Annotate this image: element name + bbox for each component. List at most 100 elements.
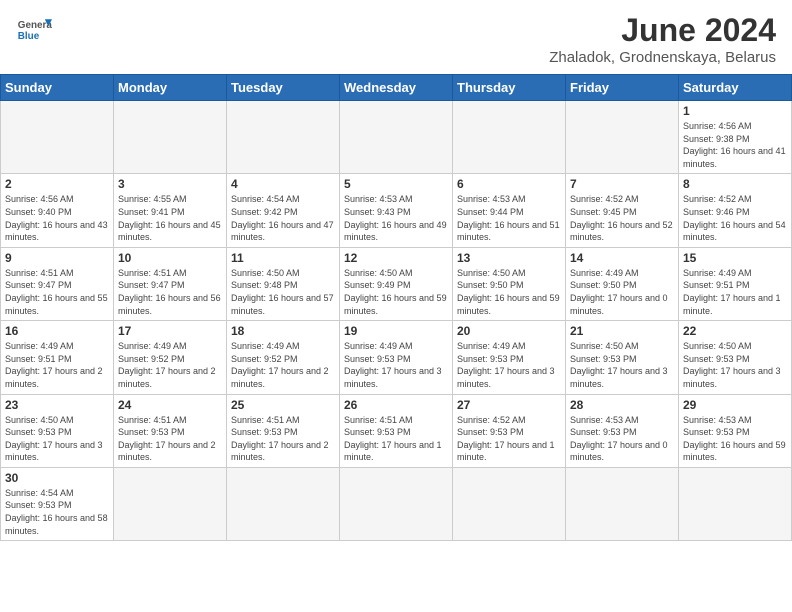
day-number: 12 bbox=[344, 251, 448, 265]
calendar-subtitle: Zhaladok, Grodnenskaya, Belarus bbox=[549, 49, 776, 66]
day-number: 1 bbox=[683, 104, 787, 118]
calendar-day-empty bbox=[679, 467, 792, 540]
day-info: Sunrise: 4:54 AMSunset: 9:42 PMDaylight:… bbox=[231, 193, 335, 243]
day-number: 6 bbox=[457, 177, 561, 191]
calendar-day-2: 2Sunrise: 4:56 AMSunset: 9:40 PMDaylight… bbox=[1, 174, 114, 247]
day-number: 4 bbox=[231, 177, 335, 191]
calendar-day-22: 22 Sunrise: 4:50 AMSunset: 9:53 PMDayligh… bbox=[679, 321, 792, 394]
calendar-day-3: 3 Sunrise: 4:55 AMSunset: 9:41 PMDaylight… bbox=[114, 174, 227, 247]
day-number: 26 bbox=[344, 398, 448, 412]
weekday-header-tuesday: Tuesday bbox=[227, 75, 340, 101]
day-info: Sunrise: 4:51 AMSunset: 9:47 PMDaylight:… bbox=[5, 267, 109, 317]
day-number: 10 bbox=[118, 251, 222, 265]
weekday-row: SundayMondayTuesdayWednesdayThursdayFrid… bbox=[1, 75, 792, 101]
calendar-day-19: 19Sunrise: 4:49 AMSunset: 9:53 PMDayligh… bbox=[340, 321, 453, 394]
calendar-day-empty bbox=[566, 467, 679, 540]
day-info: Sunrise: 4:53 AMSunset: 9:53 PMDaylight:… bbox=[683, 414, 787, 464]
day-number: 29 bbox=[683, 398, 787, 412]
day-info: Sunrise: 4:52 AMSunset: 9:53 PMDaylight:… bbox=[457, 414, 561, 464]
day-number: 19 bbox=[344, 324, 448, 338]
calendar-day-1: 1Sunrise: 4:56 AMSunset: 9:38 PMDaylight… bbox=[679, 101, 792, 174]
calendar-header: SundayMondayTuesdayWednesdayThursdayFrid… bbox=[1, 75, 792, 101]
calendar-day-17: 17 Sunrise: 4:49 AMSunset: 9:52 PMDayligh… bbox=[114, 321, 227, 394]
day-number: 16 bbox=[5, 324, 109, 338]
title-block: June 2024 Zhaladok, Grodnenskaya, Belaru… bbox=[549, 12, 776, 66]
calendar-day-20: 20 Sunrise: 4:49 AMSunset: 9:53 PMDayligh… bbox=[453, 321, 566, 394]
day-number: 21 bbox=[570, 324, 674, 338]
logo: General Blue bbox=[16, 12, 52, 48]
calendar-day-12: 12 Sunrise: 4:50 AMSunset: 9:49 PMDayligh… bbox=[340, 247, 453, 320]
calendar-title: June 2024 bbox=[549, 12, 776, 49]
day-number: 8 bbox=[683, 177, 787, 191]
day-info: Sunrise: 4:53 AMSunset: 9:53 PMDaylight:… bbox=[570, 414, 674, 464]
day-number: 5 bbox=[344, 177, 448, 191]
day-number: 3 bbox=[118, 177, 222, 191]
day-number: 22 bbox=[683, 324, 787, 338]
day-info: Sunrise: 4:51 AMSunset: 9:53 PMDaylight:… bbox=[344, 414, 448, 464]
day-number: 11 bbox=[231, 251, 335, 265]
calendar-day-empty bbox=[227, 467, 340, 540]
calendar-day-24: 24 Sunrise: 4:51 AMSunset: 9:53 PMDayligh… bbox=[114, 394, 227, 467]
calendar-week-0: 1Sunrise: 4:56 AMSunset: 9:38 PMDaylight… bbox=[1, 101, 792, 174]
calendar-day-30: 30 Sunrise: 4:54 AMSunset: 9:53 PMDayligh… bbox=[1, 467, 114, 540]
calendar-day-28: 28Sunrise: 4:53 AMSunset: 9:53 PMDayligh… bbox=[566, 394, 679, 467]
day-info: Sunrise: 4:50 AMSunset: 9:49 PMDaylight:… bbox=[344, 267, 448, 317]
weekday-header-wednesday: Wednesday bbox=[340, 75, 453, 101]
day-info: Sunrise: 4:50 AMSunset: 9:53 PMDaylight:… bbox=[683, 340, 787, 390]
weekday-header-friday: Friday bbox=[566, 75, 679, 101]
day-number: 25 bbox=[231, 398, 335, 412]
day-info: Sunrise: 4:51 AMSunset: 9:47 PMDaylight:… bbox=[118, 267, 222, 317]
day-info: Sunrise: 4:50 AMSunset: 9:53 PMDaylight:… bbox=[5, 414, 109, 464]
calendar-day-4: 4 Sunrise: 4:54 AMSunset: 9:42 PMDaylight… bbox=[227, 174, 340, 247]
day-number: 2 bbox=[5, 177, 109, 191]
day-number: 27 bbox=[457, 398, 561, 412]
day-info: Sunrise: 4:52 AMSunset: 9:46 PMDaylight:… bbox=[683, 193, 787, 243]
calendar-day-empty bbox=[1, 101, 114, 174]
day-info: Sunrise: 4:50 AMSunset: 9:50 PMDaylight:… bbox=[457, 267, 561, 317]
weekday-header-saturday: Saturday bbox=[679, 75, 792, 101]
calendar-day-7: 7 Sunrise: 4:52 AMSunset: 9:45 PMDaylight… bbox=[566, 174, 679, 247]
calendar-body: 1Sunrise: 4:56 AMSunset: 9:38 PMDaylight… bbox=[1, 101, 792, 541]
day-number: 24 bbox=[118, 398, 222, 412]
page-header: General Blue June 2024 Zhaladok, Grodnen… bbox=[0, 0, 792, 70]
calendar-day-14: 14 Sunrise: 4:49 AMSunset: 9:50 PMDayligh… bbox=[566, 247, 679, 320]
day-number: 17 bbox=[118, 324, 222, 338]
day-info: Sunrise: 4:54 AMSunset: 9:53 PMDaylight:… bbox=[5, 487, 109, 537]
calendar-day-5: 5Sunrise: 4:53 AMSunset: 9:43 PMDaylight… bbox=[340, 174, 453, 247]
calendar-day-23: 23 Sunrise: 4:50 AMSunset: 9:53 PMDayligh… bbox=[1, 394, 114, 467]
calendar-day-21: 21Sunrise: 4:50 AMSunset: 9:53 PMDayligh… bbox=[566, 321, 679, 394]
calendar-week-5: 30 Sunrise: 4:54 AMSunset: 9:53 PMDayligh… bbox=[1, 467, 792, 540]
calendar-day-11: 11Sunrise: 4:50 AMSunset: 9:48 PMDayligh… bbox=[227, 247, 340, 320]
calendar-day-16: 16Sunrise: 4:49 AMSunset: 9:51 PMDayligh… bbox=[1, 321, 114, 394]
calendar-week-1: 2Sunrise: 4:56 AMSunset: 9:40 PMDaylight… bbox=[1, 174, 792, 247]
calendar-week-3: 16Sunrise: 4:49 AMSunset: 9:51 PMDayligh… bbox=[1, 321, 792, 394]
day-number: 9 bbox=[5, 251, 109, 265]
calendar-day-empty bbox=[566, 101, 679, 174]
calendar-table: SundayMondayTuesdayWednesdayThursdayFrid… bbox=[0, 74, 792, 541]
weekday-header-thursday: Thursday bbox=[453, 75, 566, 101]
calendar-day-29: 29 Sunrise: 4:53 AMSunset: 9:53 PMDayligh… bbox=[679, 394, 792, 467]
generalblue-logo-icon: General Blue bbox=[16, 12, 52, 48]
day-number: 7 bbox=[570, 177, 674, 191]
day-info: Sunrise: 4:49 AMSunset: 9:50 PMDaylight:… bbox=[570, 267, 674, 317]
day-number: 30 bbox=[5, 471, 109, 485]
day-info: Sunrise: 4:52 AMSunset: 9:45 PMDaylight:… bbox=[570, 193, 674, 243]
day-number: 20 bbox=[457, 324, 561, 338]
calendar-day-18: 18Sunrise: 4:49 AMSunset: 9:52 PMDayligh… bbox=[227, 321, 340, 394]
calendar-day-empty bbox=[340, 101, 453, 174]
day-number: 14 bbox=[570, 251, 674, 265]
day-info: Sunrise: 4:51 AMSunset: 9:53 PMDaylight:… bbox=[118, 414, 222, 464]
calendar-day-empty bbox=[453, 467, 566, 540]
weekday-header-sunday: Sunday bbox=[1, 75, 114, 101]
calendar-day-8: 8 Sunrise: 4:52 AMSunset: 9:46 PMDaylight… bbox=[679, 174, 792, 247]
calendar-day-27: 27 Sunrise: 4:52 AMSunset: 9:53 PMDayligh… bbox=[453, 394, 566, 467]
day-info: Sunrise: 4:49 AMSunset: 9:52 PMDaylight:… bbox=[118, 340, 222, 390]
calendar-day-empty bbox=[114, 101, 227, 174]
calendar-week-2: 9 Sunrise: 4:51 AMSunset: 9:47 PMDaylight… bbox=[1, 247, 792, 320]
calendar-day-9: 9 Sunrise: 4:51 AMSunset: 9:47 PMDaylight… bbox=[1, 247, 114, 320]
day-info: Sunrise: 4:53 AMSunset: 9:44 PMDaylight:… bbox=[457, 193, 561, 243]
calendar-day-empty bbox=[340, 467, 453, 540]
day-number: 23 bbox=[5, 398, 109, 412]
day-info: Sunrise: 4:49 AMSunset: 9:53 PMDaylight:… bbox=[457, 340, 561, 390]
day-info: Sunrise: 4:55 AMSunset: 9:41 PMDaylight:… bbox=[118, 193, 222, 243]
